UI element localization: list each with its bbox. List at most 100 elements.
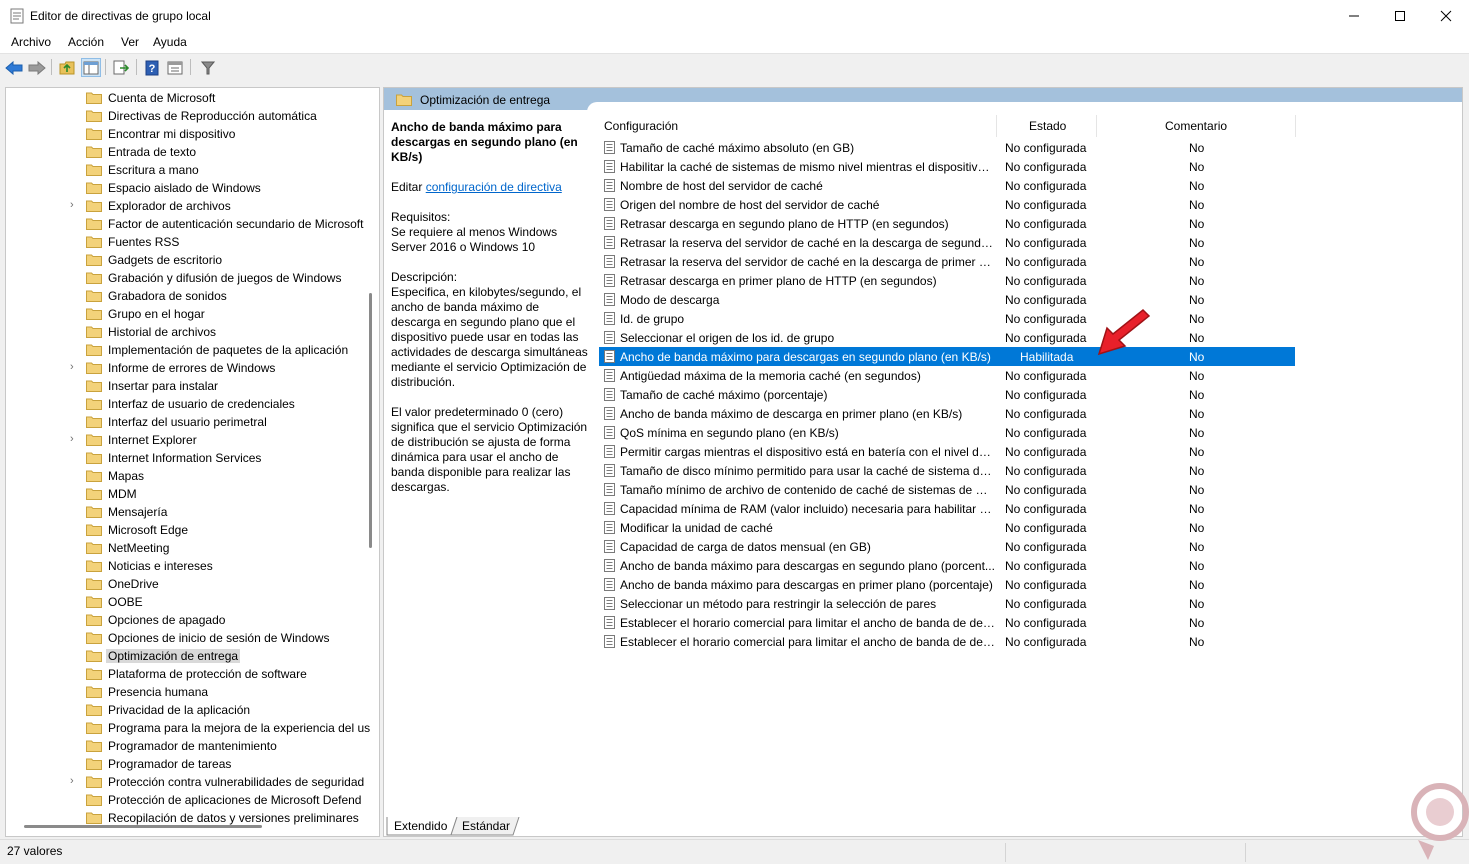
filter-button[interactable] — [198, 58, 218, 77]
tree-item[interactable]: Protección de aplicaciones de Microsoft … — [6, 791, 376, 809]
tree-item[interactable]: Grabadora de sonidos — [6, 287, 376, 305]
tree-item[interactable]: Mensajería — [6, 503, 376, 521]
up-level-button[interactable] — [57, 58, 77, 77]
menu-ayuda[interactable]: Ayuda — [153, 35, 187, 49]
setting-row[interactable]: Ancho de banda máximo para descargas en … — [599, 347, 1295, 366]
tree-item[interactable]: Opciones de inicio de sesión de Windows — [6, 629, 376, 647]
tree-item[interactable]: › Explorador de archivos — [6, 197, 376, 215]
menu-archivo[interactable]: Archivo — [11, 35, 51, 49]
tree-item[interactable]: MDM — [6, 485, 376, 503]
tree-item[interactable]: › Informe de errores de Windows — [6, 359, 376, 377]
setting-row[interactable]: Retrasar descarga en segundo plano de HT… — [599, 214, 1295, 233]
tree-item[interactable]: Optimización de entrega — [6, 647, 376, 665]
tree-item[interactable]: Programa para la mejora de la experienci… — [6, 719, 376, 737]
tree-item[interactable]: Recopilación de datos y versiones prelim… — [6, 809, 376, 827]
expand-chevron-icon[interactable]: › — [70, 433, 80, 447]
tree-item[interactable]: Directivas de Reproducción automática — [6, 107, 376, 125]
setting-row[interactable]: Tamaño de caché máximo (porcentaje) No co… — [599, 385, 1295, 404]
show-hide-tree-button[interactable] — [81, 58, 101, 77]
column-header-configuracion[interactable]: Configuración — [604, 119, 678, 133]
tree-item[interactable]: Interfaz del usuario perimetral — [6, 413, 376, 431]
tree-item[interactable]: Grupo en el hogar — [6, 305, 376, 323]
close-button[interactable] — [1423, 0, 1469, 32]
column-header-comentario[interactable]: Comentario — [1165, 119, 1227, 133]
tree-pane[interactable]: Cuenta de Microsoft Directivas de Reprodu… — [5, 87, 380, 837]
tree-item[interactable]: OOBE — [6, 593, 376, 611]
tree-item[interactable]: Internet Information Services — [6, 449, 376, 467]
setting-row[interactable]: Retrasar la reserva del servidor de cach… — [599, 233, 1295, 252]
tree-item[interactable]: Grabación y difusión de juegos de Window… — [6, 269, 376, 287]
setting-row[interactable]: Establecer el horario comercial para lim… — [599, 632, 1295, 651]
menu-ver[interactable]: Ver — [121, 35, 139, 49]
setting-name: Capacidad de carga de datos mensual (en … — [620, 540, 871, 554]
tree-item[interactable]: Privacidad de la aplicación — [6, 701, 376, 719]
setting-row[interactable]: Establecer el horario comercial para lim… — [599, 613, 1295, 632]
tree-item[interactable]: Microsoft Edge — [6, 521, 376, 539]
tree-item[interactable]: Interfaz de usuario de credenciales — [6, 395, 376, 413]
tree-item[interactable]: Programador de tareas — [6, 755, 376, 773]
setting-row[interactable]: Id. de grupo No configurada No — [599, 309, 1295, 328]
tab-extendido[interactable]: Extendido — [385, 817, 453, 836]
tree-item[interactable]: Implementación de paquetes de la aplicac… — [6, 341, 376, 359]
setting-row[interactable]: Seleccionar el origen de los id. de grup… — [599, 328, 1295, 347]
tree-item[interactable]: Programador de mantenimiento — [6, 737, 376, 755]
setting-row[interactable]: Tamaño de caché máximo absoluto (en GB) N… — [599, 138, 1295, 157]
setting-row[interactable]: Modo de descarga No configurada No — [599, 290, 1295, 309]
forward-button[interactable] — [27, 58, 47, 77]
setting-row[interactable]: Habilitar la caché de sistemas de mismo … — [599, 157, 1295, 176]
export-list-button[interactable] — [111, 58, 131, 77]
column-header-estado[interactable]: Estado — [1029, 119, 1066, 133]
tree-item[interactable]: › Internet Explorer — [6, 431, 376, 449]
setting-row[interactable]: Ancho de banda máximo para descargas en … — [599, 575, 1295, 594]
filter-icon — [201, 61, 215, 74]
setting-row[interactable]: Tamaño de disco mínimo permitido para us… — [599, 461, 1295, 480]
expand-chevron-icon[interactable]: › — [70, 199, 80, 213]
setting-row[interactable]: Antigüedad máxima de la memoria caché (e… — [599, 366, 1295, 385]
minimize-button[interactable] — [1331, 0, 1377, 32]
help-button[interactable]: ? — [142, 58, 162, 77]
tab-estandar[interactable]: Estándar — [453, 817, 516, 836]
tree-item[interactable]: Historial de archivos — [6, 323, 376, 341]
tree-item[interactable]: NetMeeting — [6, 539, 376, 557]
setting-row[interactable]: Capacidad de carga de datos mensual (en … — [599, 537, 1295, 556]
tree-item[interactable]: Entrada de texto — [6, 143, 376, 161]
tree-item[interactable]: Espacio aislado de Windows — [6, 179, 376, 197]
setting-row[interactable]: Seleccionar un método para restringir la… — [599, 594, 1295, 613]
policy-setting-icon — [604, 312, 615, 325]
setting-row[interactable]: Modificar la unidad de caché No configura… — [599, 518, 1295, 537]
setting-row[interactable]: Ancho de banda máximo de descarga en pri… — [599, 404, 1295, 423]
tree-item[interactable]: Plataforma de protección de software — [6, 665, 376, 683]
maximize-button[interactable] — [1377, 0, 1423, 32]
setting-row[interactable]: Origen del nombre de host del servidor d… — [599, 195, 1295, 214]
tree-item[interactable]: › Protección contra vulnerabilidades de s… — [6, 773, 376, 791]
expand-chevron-icon[interactable]: › — [70, 775, 80, 789]
menu-accion[interactable]: Acción — [68, 35, 104, 49]
setting-row[interactable]: Nombre de host del servidor de caché No c… — [599, 176, 1295, 195]
policy-setting-icon — [604, 445, 615, 458]
tree-item[interactable]: OneDrive — [6, 575, 376, 593]
setting-row[interactable]: Permitir cargas mientras el dispositivo … — [599, 442, 1295, 461]
tree-item[interactable]: Insertar para instalar — [6, 377, 376, 395]
setting-row[interactable]: Capacidad mínima de RAM (valor incluido)… — [599, 499, 1295, 518]
tree-item[interactable]: Presencia humana — [6, 683, 376, 701]
setting-row[interactable]: QoS mínima en segundo plano (en KB/s) No … — [599, 423, 1295, 442]
tree-item[interactable]: Cuenta de Microsoft — [6, 89, 376, 107]
details-header: Optimización de entrega — [384, 88, 1462, 112]
expand-chevron-icon[interactable]: › — [70, 361, 80, 375]
tree-item[interactable]: Factor de autenticación secundario de Mi… — [6, 215, 376, 233]
setting-row[interactable]: Tamaño mínimo de archivo de contenido de… — [599, 480, 1295, 499]
tree-item[interactable]: Escritura a mano — [6, 161, 376, 179]
tree-item[interactable]: Encontrar mi dispositivo — [6, 125, 376, 143]
tree-item[interactable]: Mapas — [6, 467, 376, 485]
setting-row[interactable]: Ancho de banda máximo para descargas en … — [599, 556, 1295, 575]
tree-item[interactable]: Opciones de apagado — [6, 611, 376, 629]
setting-row[interactable]: Retrasar la reserva del servidor de cach… — [599, 252, 1295, 271]
tree-item[interactable]: Gadgets de escritorio — [6, 251, 376, 269]
tree-item[interactable]: Fuentes RSS — [6, 233, 376, 251]
properties-button[interactable] — [165, 58, 185, 77]
setting-row[interactable]: Retrasar descarga en primer plano de HTT… — [599, 271, 1295, 290]
back-button[interactable] — [4, 58, 24, 77]
tree-item[interactable]: Noticias e intereses — [6, 557, 376, 575]
edit-policy-link[interactable]: configuración de directiva — [426, 180, 562, 194]
folder-icon — [86, 632, 102, 644]
